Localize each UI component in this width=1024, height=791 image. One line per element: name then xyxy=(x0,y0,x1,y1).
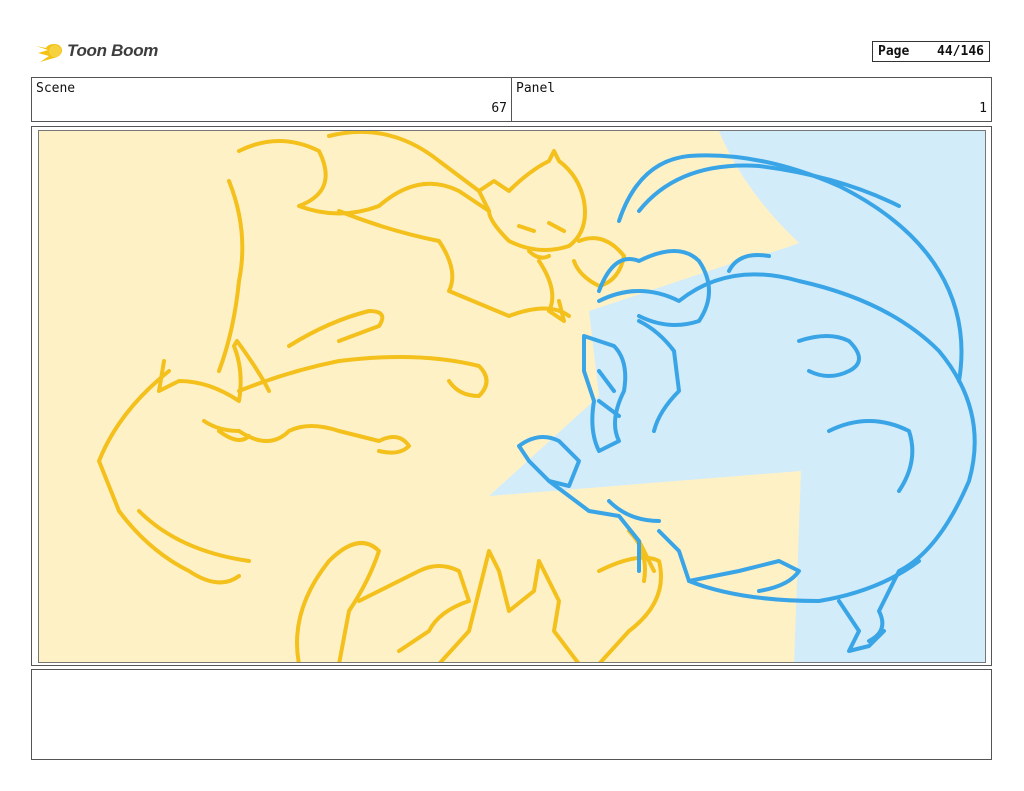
panel-value: 1 xyxy=(979,101,987,116)
storyboard-sketch-svg xyxy=(39,131,985,662)
panel-cell: Panel 1 xyxy=(511,78,991,121)
scene-cell: Scene 67 xyxy=(32,78,511,121)
panel-label: Panel xyxy=(516,81,556,96)
notes-box[interactable] xyxy=(31,669,992,760)
scene-panel-info: Scene 67 Panel 1 xyxy=(31,77,992,122)
page-indicator: Page 44/146 xyxy=(872,41,990,62)
logo-text: Toon Boom xyxy=(67,41,159,60)
storyboard-sketch xyxy=(38,130,986,663)
page-label: Page xyxy=(878,44,910,59)
toon-boom-logo: Toon Boom xyxy=(34,38,164,68)
scene-label: Scene xyxy=(36,81,76,96)
toon-boom-logo-icon xyxy=(36,44,62,62)
page-number: 44/146 xyxy=(937,44,984,59)
scene-value: 67 xyxy=(491,101,507,116)
